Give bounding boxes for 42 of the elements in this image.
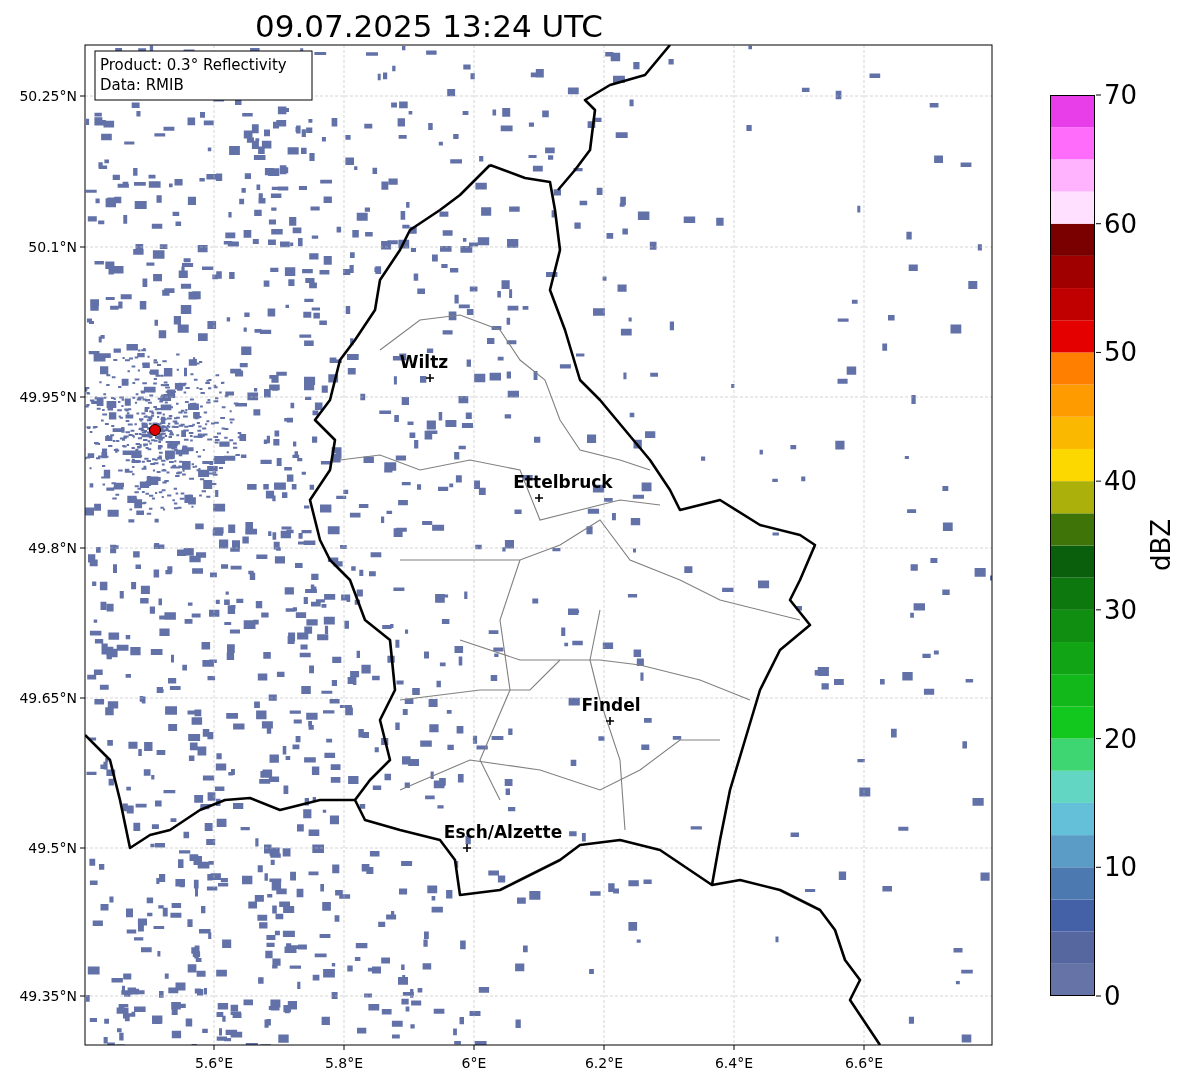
y-tick-label: 50.25°N (19, 88, 77, 104)
colorbar-tick (1095, 866, 1102, 868)
place-label: Wiltz (399, 352, 449, 372)
colorbar-tick-label: 60 (1104, 208, 1138, 239)
info-text: Data: RMIB (100, 76, 184, 94)
colorbar-tick-label: 10 (1104, 852, 1138, 883)
colorbar-tick-label: 30 (1104, 594, 1138, 625)
colorbar-tick (1095, 480, 1102, 482)
colorbar-tick (1095, 351, 1102, 353)
colorbar-tick (1095, 609, 1102, 611)
y-tick-label: 49.35°N (19, 988, 77, 1004)
place-marker-icon (534, 493, 544, 503)
colorbar-tick (1095, 995, 1102, 997)
y-tick-label: 49.95°N (19, 389, 77, 405)
colorbar-tick-label: 0 (1104, 981, 1121, 1011)
y-tick-label: 50.1°N (28, 239, 77, 255)
place-label: Findel (581, 695, 641, 715)
colorbar-tick-label: 40 (1104, 466, 1138, 497)
place-label: Esch/Alzette (443, 822, 563, 842)
colorbar-tick (1095, 738, 1102, 740)
chart-title: 09.07.2025 13:24 UTC (255, 8, 603, 44)
place-label: Ettelbruck (513, 472, 613, 492)
colorbar-tick-label: 50 (1104, 337, 1138, 368)
place-marker-icon (462, 843, 472, 853)
place-marker-icon (425, 373, 435, 383)
x-tick-label: 6.6°E (844, 1055, 884, 1071)
x-tick-label: 6°E (461, 1055, 487, 1071)
place-marker-icon (605, 716, 615, 726)
y-tick-label: 49.8°N (28, 540, 77, 556)
radar-site-marker (149, 424, 161, 436)
y-tick-label: 49.65°N (19, 690, 77, 706)
colorbar-tick-label: 70 (1104, 80, 1138, 110)
colorbar-tick-label: 20 (1104, 723, 1138, 754)
x-tick-label: 6.2°E (584, 1055, 624, 1071)
y-tick-label: 49.5°N (28, 840, 77, 856)
info-text: Product: 0.3° Reflectivity (100, 56, 287, 74)
colorbar-tick (1095, 94, 1102, 96)
x-tick-label: 5.6°E (194, 1055, 234, 1071)
x-tick-label: 6.4°E (714, 1055, 754, 1071)
x-tick-label: 5.8°E (324, 1055, 364, 1071)
colorbar-label: dBZ (1146, 518, 1176, 572)
colorbar-tick (1095, 223, 1102, 225)
